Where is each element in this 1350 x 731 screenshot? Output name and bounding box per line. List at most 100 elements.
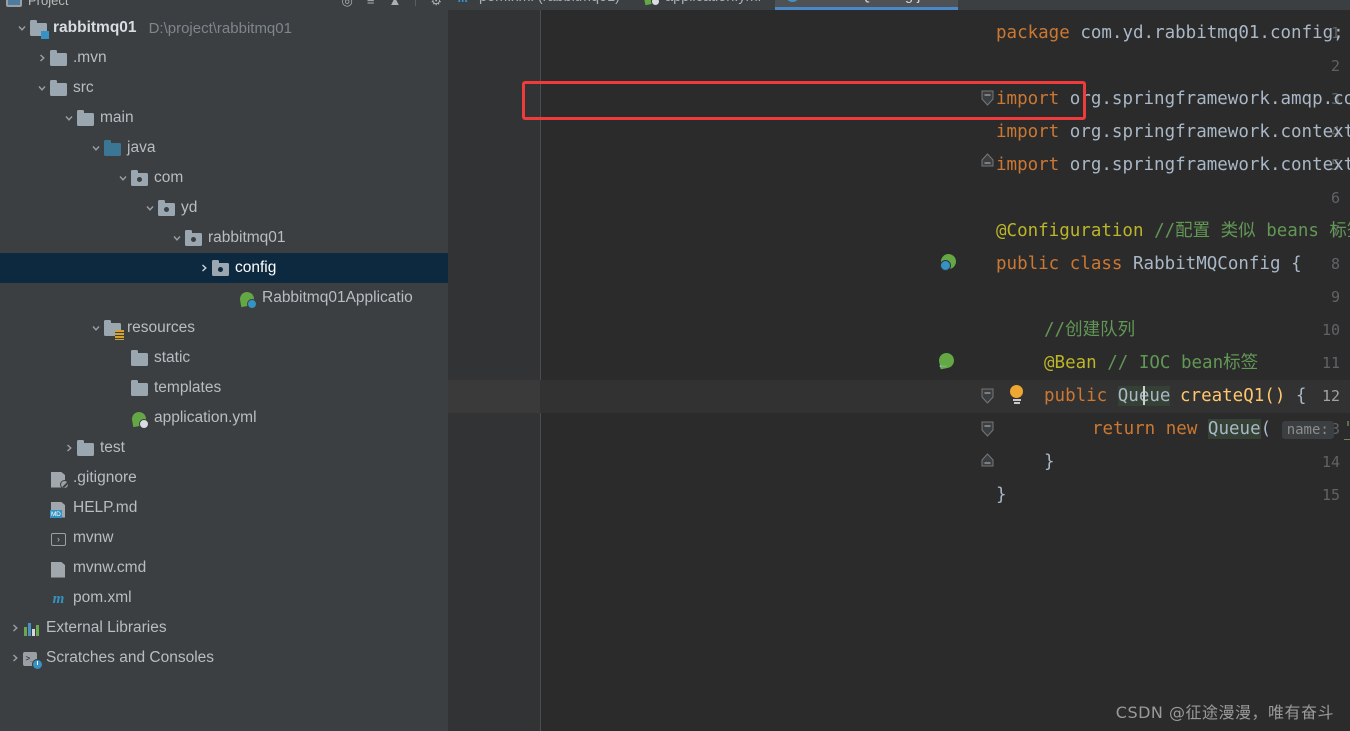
gitignore-icon: [50, 470, 69, 489]
tree-item-label: test: [100, 439, 125, 456]
package-icon: [158, 199, 175, 217]
tree-item-templates[interactable]: templates: [0, 373, 448, 403]
tree-item-yd[interactable]: yd: [0, 193, 448, 223]
code-line-8[interactable]: public class RabbitMQConfig {: [996, 248, 1302, 281]
fold-marker-method-end[interactable]: [981, 452, 994, 467]
code-line-5[interactable]: import org.springframework.context.annot…: [996, 149, 1350, 182]
tree-item-label: HELP.md: [73, 499, 138, 516]
tree-item-mvnw[interactable]: › mvnw: [0, 523, 448, 553]
chevron-right-icon[interactable]: [7, 643, 23, 673]
tree-item-label: External Libraries: [46, 619, 167, 636]
tree-item-mvnw-cmd[interactable]: mvnw.cmd: [0, 553, 448, 583]
chevron-right-icon[interactable]: [34, 43, 50, 73]
import-package: org.springframework.amqp.core.: [1069, 89, 1350, 109]
tab-pom-xml[interactable]: m pom.xml (rabbitmq01): [448, 0, 634, 10]
tree-item-pom-xml[interactable]: m pom.xml: [0, 583, 448, 613]
chevron-down-icon[interactable]: [34, 73, 50, 103]
scratches-icon: >_: [23, 650, 43, 670]
chevron-down-icon[interactable]: [88, 133, 104, 163]
tree-item-external-libraries[interactable]: External Libraries: [0, 613, 448, 643]
collapse-all-icon[interactable]: ≡: [367, 0, 375, 7]
ctor-queue: Queue: [1207, 419, 1261, 439]
tree-item-test[interactable]: test: [0, 433, 448, 463]
editor-gutter[interactable]: [448, 10, 540, 731]
code-line-15[interactable]: }: [996, 479, 1007, 512]
tab-application-yml[interactable]: application.yml: [634, 0, 775, 10]
import-package: org.springframework.context.annotation.: [1069, 122, 1350, 142]
folder-icon: [131, 379, 148, 397]
chevron-down-icon[interactable]: [61, 103, 77, 133]
tree-item-static[interactable]: static: [0, 343, 448, 373]
code-line-12[interactable]: public Queue createQ1() {: [1044, 380, 1306, 413]
code-line-11[interactable]: @Bean // IOC bean标签: [1044, 347, 1258, 380]
tree-item-rabbitmq01-package[interactable]: rabbitmq01: [0, 223, 448, 253]
intention-bulb-icon[interactable]: [1010, 385, 1024, 404]
tree-item-label: main: [100, 109, 134, 126]
tree-item-com[interactable]: com: [0, 163, 448, 193]
tree-item-java[interactable]: java: [0, 133, 448, 163]
chevron-down-icon[interactable]: [14, 13, 30, 43]
kw-import: import: [996, 89, 1060, 109]
fold-marker-imports-end[interactable]: [981, 152, 994, 167]
chevron-right-icon[interactable]: [196, 253, 212, 283]
code-line-14[interactable]: }: [1044, 446, 1055, 479]
code-line-3[interactable]: import org.springframework.amqp.core.Que…: [996, 83, 1350, 116]
settings-icon[interactable]: ⚙: [430, 0, 442, 7]
tree-item-resources[interactable]: resources: [0, 313, 448, 343]
tree-item-application-yml[interactable]: application.yml: [0, 403, 448, 433]
tab-label: RabbitMQConfig.java: [806, 0, 944, 4]
annotation-configuration: @Configuration: [996, 221, 1144, 241]
string-literal-queue-name: "j2310-yd": [1344, 419, 1350, 440]
no-chevron: [34, 553, 50, 583]
package-icon: [212, 259, 229, 277]
tree-item-rabbitmq01application[interactable]: Rabbitmq01Applicatio: [0, 283, 448, 313]
chevron-down-icon[interactable]: [115, 163, 131, 193]
project-tool-window: Project ◎ ≡ ▲ ⚙ rabbitmq01 D:\project\ra…: [0, 0, 448, 731]
tree-item-label: .mvn: [73, 49, 107, 66]
tree-item-label: rabbitmq01: [53, 19, 137, 36]
fold-marker-body[interactable]: [981, 421, 994, 437]
kw-package: package: [996, 23, 1070, 43]
tree-item-help-md[interactable]: MD HELP.md: [0, 493, 448, 523]
code-line-13[interactable]: return new Queue( name: "j2310-yd");: [1092, 413, 1350, 446]
chevron-right-icon[interactable]: [61, 433, 77, 463]
chevron-down-icon[interactable]: [142, 193, 158, 223]
line-number: 11: [1321, 354, 1340, 372]
tree-item-rabbitmq01[interactable]: rabbitmq01 D:\project\rabbitmq01: [0, 13, 448, 43]
tool-window-header: Project ◎ ≡ ▲ ⚙: [0, 0, 448, 13]
no-chevron: [34, 583, 50, 613]
fold-marker-method[interactable]: [981, 388, 994, 404]
spring-yaml-icon: [642, 0, 661, 6]
tree-item-main[interactable]: main: [0, 103, 448, 133]
line-number: 10: [1321, 321, 1340, 339]
tree-item-src[interactable]: src: [0, 73, 448, 103]
tree-item-mvn[interactable]: .mvn: [0, 43, 448, 73]
editor-tab-bar: m pom.xml (rabbitmq01) application.yml R…: [448, 0, 1350, 10]
tree-item-label: application.yml: [154, 409, 257, 426]
expand-up-icon[interactable]: ▲: [388, 0, 401, 7]
spring-yaml-icon: [130, 410, 149, 429]
tab-rabbitmqconfig-java[interactable]: RabbitMQConfig.java: [774, 0, 958, 10]
tree-item-label: config: [235, 259, 277, 276]
libraries-icon: [23, 620, 40, 637]
line-number: 2: [1330, 57, 1340, 75]
target-icon[interactable]: ◎: [342, 0, 353, 7]
fold-marker-imports[interactable]: [981, 90, 994, 106]
code-line-10[interactable]: //创建队列: [1044, 314, 1135, 347]
kw-public: public: [996, 254, 1060, 274]
spring-bean-class-icon[interactable]: [939, 252, 958, 271]
tree-item-config[interactable]: config: [0, 253, 448, 283]
code-line-1[interactable]: package com.yd.rabbitmq01.config;: [996, 17, 1344, 50]
chevron-down-icon[interactable]: [169, 223, 185, 253]
folder-icon: [131, 349, 148, 367]
code-line-7[interactable]: @Configuration //配置 类似 beans 标签: [996, 215, 1350, 248]
line-number: 14: [1321, 453, 1340, 471]
code-line-4[interactable]: import org.springframework.context.annot…: [996, 116, 1350, 149]
code-editor: m pom.xml (rabbitmq01) application.yml R…: [448, 0, 1350, 731]
folder-icon: [50, 79, 67, 97]
chevron-right-icon[interactable]: [7, 613, 23, 643]
spring-bean-method-icon[interactable]: ←: [937, 351, 956, 370]
chevron-down-icon[interactable]: [88, 313, 104, 343]
tree-item-gitignore[interactable]: .gitignore: [0, 463, 448, 493]
tree-item-scratches-and-consoles[interactable]: >_ Scratches and Consoles: [0, 643, 448, 673]
